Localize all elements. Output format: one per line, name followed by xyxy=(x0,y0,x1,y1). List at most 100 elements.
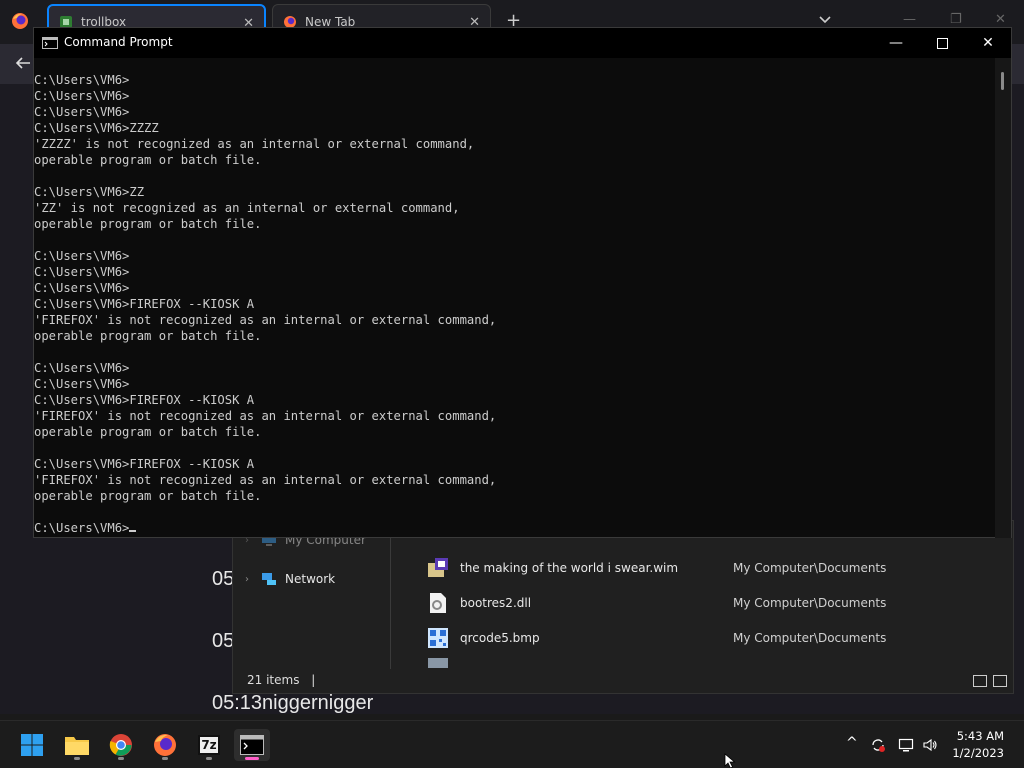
nav-label: Network xyxy=(285,572,336,586)
file-name: the making of the world i swear.wim xyxy=(460,561,679,575)
vertical-scrollbar[interactable] xyxy=(995,58,1011,538)
chat-message: 05:13niggernigger xyxy=(212,692,374,714)
clock-time: 5:43 AM xyxy=(956,729,1004,743)
console-line: C:\Users\VM6> xyxy=(34,361,130,375)
chat-message: 05 xyxy=(212,630,235,652)
chrome-icon xyxy=(109,734,132,756)
mouse-cursor-icon xyxy=(724,753,736,768)
maximize-button[interactable] xyxy=(919,28,965,58)
taskbar: 7z ^ 5:43 AM 1/2/2023 xyxy=(0,720,1024,768)
volume-icon[interactable] xyxy=(922,737,938,753)
item-count: 21 items xyxy=(247,673,300,687)
wim-file-icon xyxy=(428,558,448,577)
console-line: C:\Users\VM6>FIREFOX --KIOSK A xyxy=(34,457,255,471)
chat-message: 05 xyxy=(212,568,235,590)
console-prompt-line[interactable]: C:\Users\VM6> xyxy=(34,520,996,536)
console-line: 'FIREFOX' is not recognized as an intern… xyxy=(34,313,497,327)
file-explorer-window: › My Computer › Network the making of th… xyxy=(232,520,1014,694)
folder-icon xyxy=(65,737,89,755)
running-indicator xyxy=(206,757,212,760)
firefox-icon xyxy=(154,734,176,756)
active-indicator xyxy=(245,757,259,760)
console-line: C:\Users\VM6>ZZ xyxy=(34,185,145,199)
console-line: operable program or batch file. xyxy=(34,489,262,503)
running-indicator xyxy=(162,757,168,760)
console-line: C:\Users\VM6>FIREFOX --KIOSK A xyxy=(34,297,255,311)
view-toggle xyxy=(973,675,1007,687)
console-line: C:\Users\VM6> xyxy=(34,73,130,87)
taskbar-firefox[interactable] xyxy=(147,729,183,761)
console-line: operable program or batch file. xyxy=(34,217,262,231)
back-arrow-icon[interactable] xyxy=(14,54,32,72)
console-line: operable program or batch file. xyxy=(34,425,262,439)
close-button[interactable]: ✕ xyxy=(965,28,1011,58)
file-location: My Computer\Documents xyxy=(733,596,887,610)
console-line: C:\Users\VM6> xyxy=(34,89,130,103)
window-title: Command Prompt xyxy=(64,35,173,49)
tray-overflow-chevron[interactable]: ^ xyxy=(846,735,862,751)
console-line: 'FIREFOX' is not recognized as an intern… xyxy=(34,473,497,487)
qr-image-icon xyxy=(428,628,448,648)
file-location: My Computer\Documents xyxy=(733,561,887,575)
7zip-icon: 7z xyxy=(198,735,220,755)
minimize-icon: — xyxy=(889,35,903,51)
file-name: bootres2.dll xyxy=(460,596,532,610)
firefox-icon[interactable] xyxy=(11,12,29,30)
console-line: C:\Users\VM6> xyxy=(34,377,130,391)
taskbar-7zip[interactable]: 7z xyxy=(191,729,227,761)
clock-date: 1/2/2023 xyxy=(952,746,1004,760)
chevron-right-icon[interactable]: › xyxy=(245,574,261,585)
console-line: C:\Users\VM6> xyxy=(34,249,130,263)
command-prompt-window[interactable]: Command Prompt — ✕ C:\Users\VM6> C:\Users… xyxy=(33,27,1012,538)
chevron-down-icon[interactable] xyxy=(818,12,832,26)
console-line: 'ZZZZ' is not recognized as an internal … xyxy=(34,137,475,151)
console-line: 'ZZ' is not recognized as an internal or… xyxy=(34,201,460,215)
taskbar-command-prompt[interactable] xyxy=(234,729,270,761)
network-status-icon[interactable] xyxy=(898,737,914,753)
file-name: qrcode5.bmp xyxy=(460,631,540,645)
console-line: 'FIREFOX' is not recognized as an intern… xyxy=(34,409,497,423)
tiles-view-icon[interactable] xyxy=(993,675,1007,687)
desktop: trollbox ✕ New Tab ✕ + — ❐ ✕ 05 05 05:13… xyxy=(0,0,1024,768)
nav-item-network[interactable]: › Network xyxy=(245,572,335,586)
file-row[interactable]: qrcode5.bmp My Computer\Documents xyxy=(427,623,987,653)
cmd-icon xyxy=(42,37,58,49)
file-location: My Computer\Documents xyxy=(733,631,887,645)
network-icon xyxy=(262,573,276,585)
console-line: C:\Users\VM6>ZZZZ xyxy=(34,121,159,135)
close-icon: ✕ xyxy=(982,35,994,51)
console-line: C:\Users\VM6> xyxy=(34,105,130,119)
minimize-button[interactable]: — xyxy=(873,28,919,58)
running-indicator xyxy=(118,757,124,760)
console-line: C:\Users\VM6> xyxy=(34,265,130,279)
dll-file-icon xyxy=(430,593,446,613)
taskbar-chrome[interactable] xyxy=(103,729,139,761)
status-separator: | xyxy=(311,673,316,687)
console-line: C:\Users\VM6> xyxy=(34,281,130,295)
cmd-icon xyxy=(240,735,264,755)
file-row[interactable]: bootres2.dll My Computer\Documents xyxy=(427,588,987,618)
browser-close-icon[interactable]: ✕ xyxy=(995,12,1006,27)
sync-icon[interactable] xyxy=(870,737,886,753)
system-clock[interactable]: 5:43 AM 1/2/2023 xyxy=(952,728,1004,762)
browser-restore-icon[interactable]: ❐ xyxy=(950,12,962,27)
windows-logo-icon xyxy=(21,734,43,756)
console-line: operable program or batch file. xyxy=(34,329,262,343)
console-prompt: C:\Users\VM6> xyxy=(34,521,130,535)
start-button[interactable] xyxy=(14,729,50,761)
text-cursor xyxy=(129,530,137,532)
console-output[interactable]: C:\Users\VM6> C:\Users\VM6> C:\Users\VM6> C… xyxy=(34,58,996,538)
taskbar-file-explorer[interactable] xyxy=(59,729,95,761)
title-bar[interactable]: Command Prompt — ✕ xyxy=(34,28,1011,58)
browser-minimize-icon[interactable]: — xyxy=(903,12,916,27)
maximize-icon xyxy=(936,37,948,49)
details-view-icon[interactable] xyxy=(973,675,987,687)
scroll-thumb[interactable] xyxy=(1001,72,1004,90)
console-line: C:\Users\VM6>FIREFOX --KIOSK A xyxy=(34,393,255,407)
file-row[interactable]: the making of the world i swear.wim My C… xyxy=(427,553,987,583)
